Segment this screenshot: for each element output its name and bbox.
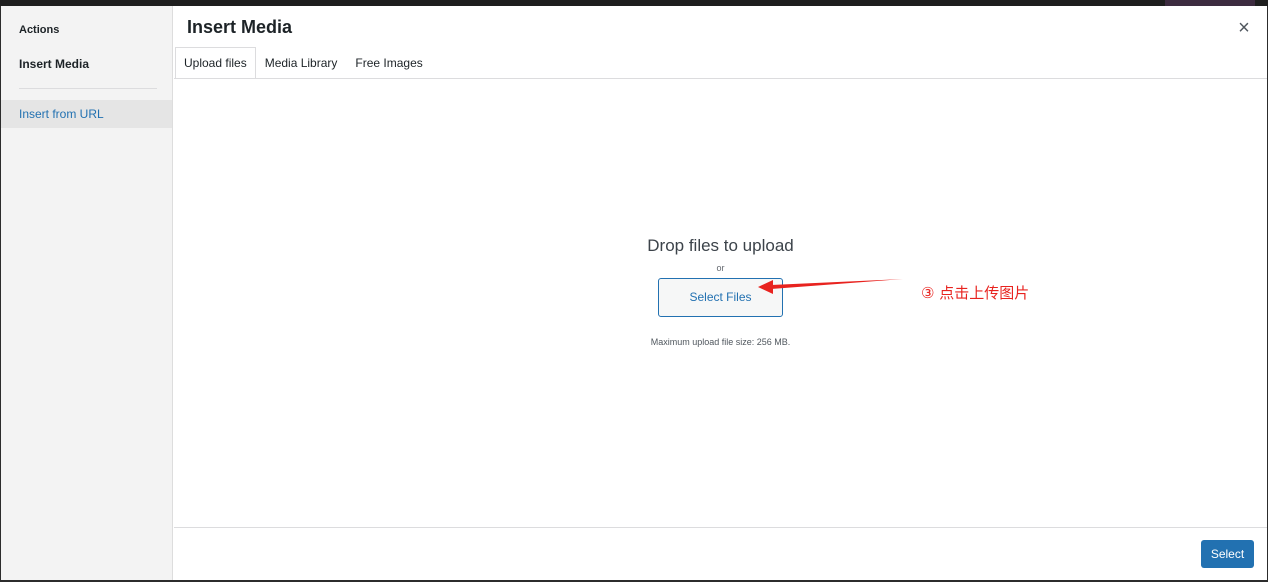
tab-free-images[interactable]: Free Images [346, 47, 431, 79]
tab-media-library[interactable]: Media Library [256, 47, 347, 79]
media-tabs: Upload files Media Library Free Images [175, 47, 432, 79]
media-sidebar: Actions Insert Media Insert from URL [1, 6, 173, 580]
annotation-label: ③ 点击上传图片 [921, 284, 1030, 302]
close-icon[interactable]: × [1233, 17, 1255, 39]
select-files-button[interactable]: Select Files [658, 278, 783, 317]
drop-files-heading: Drop files to upload [647, 236, 794, 255]
sidebar-item-insert-from-url[interactable]: Insert from URL [1, 100, 172, 128]
max-upload-size-note: Maximum upload file size: 256 MB. [650, 337, 791, 347]
or-label: or [716, 263, 725, 273]
sidebar-separator [19, 88, 157, 89]
upload-dropzone[interactable]: Drop files to upload or Select Files Max… [174, 79, 1267, 527]
insert-media-modal: Actions Insert Media Insert from URL Ins… [1, 6, 1267, 580]
select-button[interactable]: Select [1201, 540, 1254, 568]
left-edge [0, 6, 1, 582]
sidebar-item-insert-media[interactable]: Insert Media [1, 50, 172, 78]
sidebar-heading: Actions [19, 24, 60, 36]
tab-upload-files[interactable]: Upload files [175, 47, 256, 79]
modal-title: Insert Media [187, 17, 293, 37]
media-toolbar: Select [174, 527, 1267, 580]
